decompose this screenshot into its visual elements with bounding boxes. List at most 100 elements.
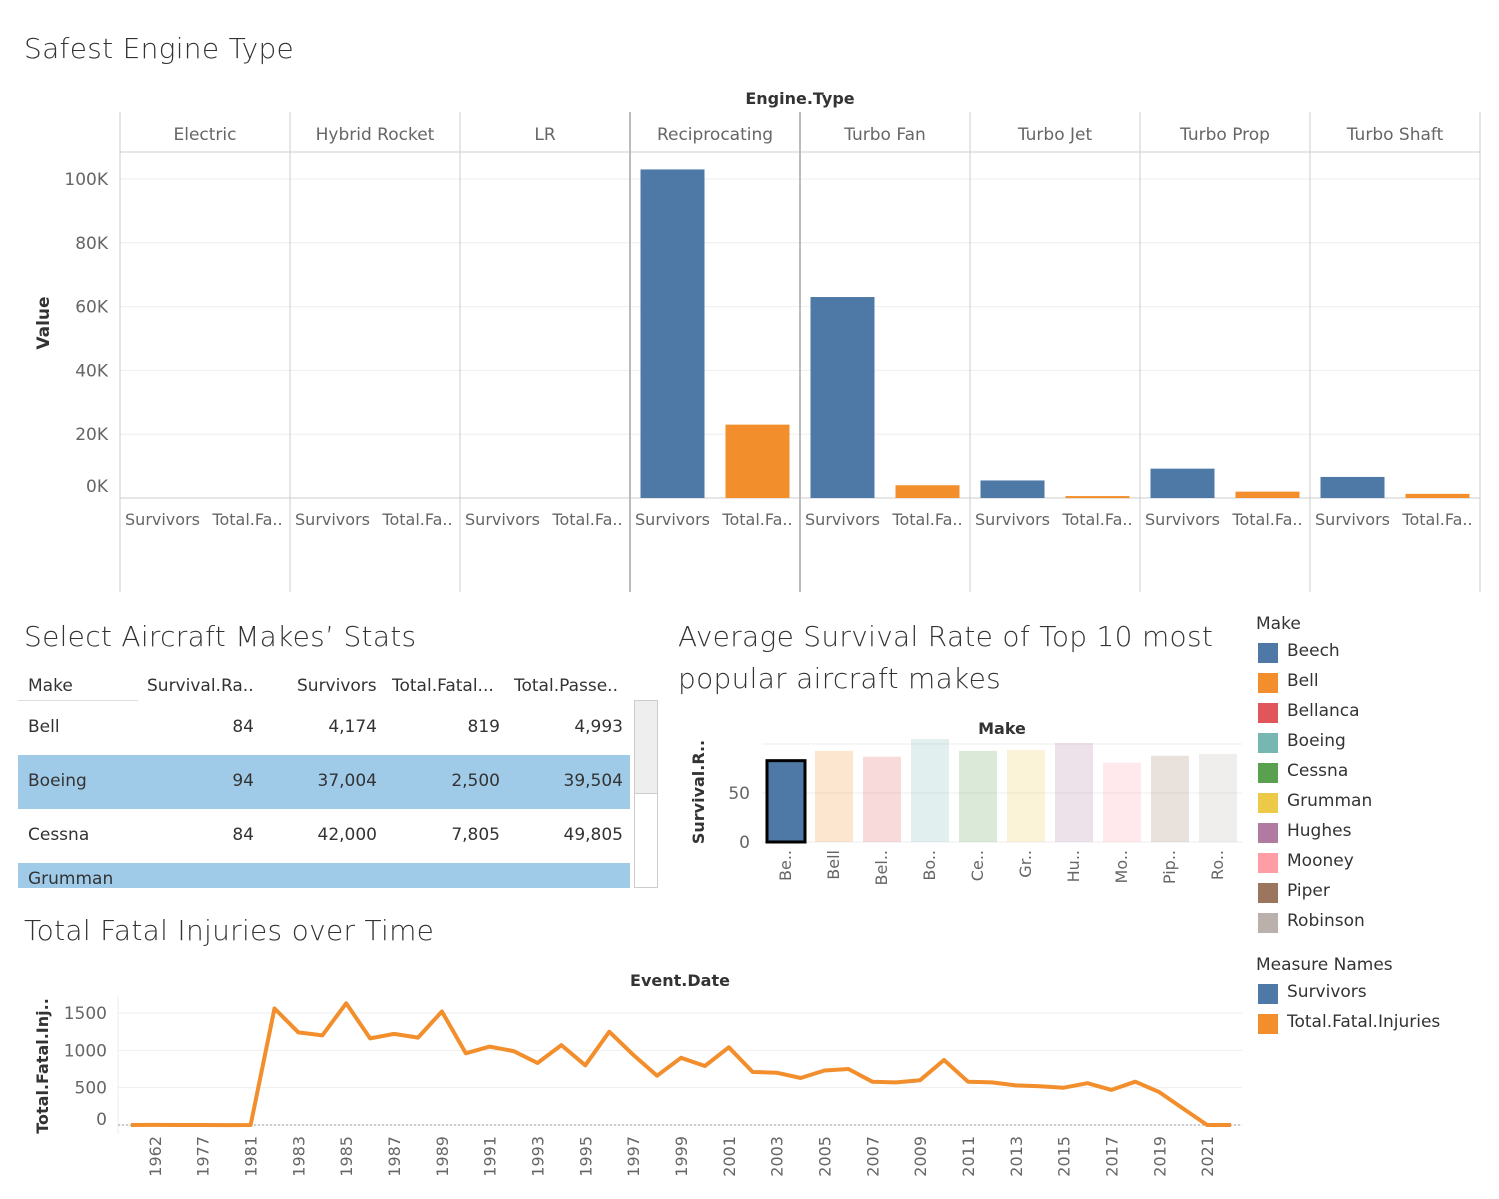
make-legend-item[interactable]: Hughes — [1256, 818, 1351, 848]
y-tick-label: 60K — [75, 298, 109, 318]
legend-swatch — [1258, 913, 1278, 933]
measure-names-legend: Measure Names Survivors Total.Fatal.Injur… — [1256, 955, 1440, 1039]
year-tick-label: 1983 — [289, 1136, 308, 1177]
legend-label: Cessna — [1287, 761, 1349, 781]
cell-total-fatal: 7,805 — [451, 825, 500, 845]
engine-category-label: Turbo Shaft — [1346, 125, 1444, 145]
table-row[interactable]: Cessna 84 42,000 7,805 49,805 — [18, 809, 630, 863]
table-scrollbar[interactable] — [634, 700, 658, 888]
table-row[interactable]: Bell 84 4,174 819 4,993 — [18, 701, 630, 755]
make-tick-label: Mo.. — [1112, 850, 1131, 883]
survival-rate-bar — [863, 756, 901, 842]
engine-measure-label: Survivors — [1145, 510, 1220, 529]
engine-category-label: Hybrid Rocket — [316, 125, 435, 145]
fatal-column-header: Event.Date — [630, 971, 730, 990]
fatal-injuries-line — [130, 1001, 1231, 1128]
make-legend-item[interactable]: Mooney — [1256, 848, 1354, 878]
engine-measure-label: Survivors — [295, 510, 370, 529]
col-header-make[interactable]: Make — [28, 676, 73, 696]
cell-total-passengers: 4,993 — [574, 717, 623, 737]
cell-total-passengers: 39,504 — [563, 771, 623, 791]
legend-label: Piper — [1287, 881, 1330, 901]
survivors-bar — [1320, 476, 1385, 498]
make-tick-label: Pip.. — [1160, 850, 1179, 884]
make-legend-item[interactable]: Piper — [1256, 878, 1330, 908]
legend-swatch — [1258, 763, 1278, 783]
y-tick-label: 80K — [75, 234, 109, 254]
year-tick-label: 1981 — [242, 1136, 261, 1177]
survivors-bar — [810, 297, 875, 498]
year-tick-label: 1999 — [672, 1136, 691, 1177]
survival-chart-title-line2: popular aircraft makes — [678, 662, 1001, 695]
legend-swatch — [1258, 703, 1278, 723]
engine-category-label: LR — [534, 125, 555, 145]
engine-measure-label: Survivors — [125, 510, 200, 529]
make-stats-table: Make Survival.Ra.. Survivors Total.Fatal… — [18, 672, 658, 888]
legend-swatch — [1258, 733, 1278, 753]
make-legend-item[interactable]: Cessna — [1256, 758, 1348, 788]
col-header-total-passengers[interactable]: Total.Passe.. — [514, 676, 618, 696]
y-tick-label: 0 — [739, 833, 750, 853]
legend-swatch — [1258, 823, 1278, 843]
engine-measure-label: Survivors — [805, 510, 880, 529]
make-tick-label: Be.. — [776, 850, 795, 881]
legend-label: Grumman — [1287, 791, 1373, 811]
measure-legend-item[interactable]: Total.Fatal.Injuries — [1256, 1009, 1440, 1039]
engine-measure-label: Total.Fa.. — [721, 510, 792, 529]
make-legend-item[interactable]: Bellanca — [1256, 698, 1360, 728]
make-legend-item[interactable]: Grumman — [1256, 788, 1372, 818]
engine-measure-label: Total.Fa.. — [1231, 510, 1302, 529]
year-tick-label: 1985 — [337, 1136, 356, 1177]
make-tick-label: Bell — [824, 850, 843, 880]
survival-rate-bar — [959, 750, 997, 842]
cell-survival-rate: 84 — [232, 825, 254, 845]
survival-rate-bar — [911, 739, 949, 842]
survival-rate-bar — [1103, 762, 1141, 842]
survival-rate-bar — [765, 759, 807, 844]
legend-label: Robinson — [1287, 911, 1365, 931]
engine-measure-label: Total.Fa.. — [1061, 510, 1132, 529]
make-legend-item[interactable]: Boeing — [1256, 728, 1346, 758]
table-row[interactable]: Boeing 94 37,004 2,500 39,504 — [18, 755, 630, 809]
cell-survivors: 4,174 — [328, 717, 377, 737]
table-row[interactable]: Grumman — [18, 863, 630, 888]
make-legend-item[interactable]: Beech — [1256, 638, 1340, 668]
fatal-injuries-bar — [1405, 493, 1470, 498]
survivors-bar — [1150, 468, 1215, 498]
legend-label: Mooney — [1287, 851, 1354, 871]
legend-label: Bell — [1287, 671, 1319, 691]
legend-swatch — [1258, 984, 1278, 1004]
legend-label: Total.Fatal.Injuries — [1287, 1012, 1441, 1032]
engine-category-label: Electric — [174, 125, 237, 145]
cell-make: Bell — [28, 717, 60, 737]
legend-label: Beech — [1287, 641, 1340, 661]
scrollbar-thumb[interactable] — [635, 701, 657, 794]
year-tick-label: 1987 — [385, 1136, 404, 1177]
fatal-injuries-line-chart: Event.Date Total.Fatal.Inj.. 0 500 1000 1500 1… — [33, 971, 1242, 1177]
survival-rate-bar — [815, 750, 853, 842]
col-header-total-fatal[interactable]: Total.Fatal... — [392, 676, 494, 696]
year-tick-label: 1991 — [481, 1136, 500, 1177]
survival-rate-bar — [1055, 743, 1093, 842]
col-header-survivors[interactable]: Survivors — [297, 676, 377, 696]
year-tick-label: 2009 — [911, 1136, 930, 1177]
make-tick-label: Hu.. — [1064, 850, 1083, 882]
make-legend: Make Beech Bell Bellanca Boeing Cessna Grumma… — [1256, 614, 1372, 938]
year-tick-label: 1993 — [529, 1136, 548, 1177]
y-tick-label: 1000 — [64, 1041, 107, 1061]
year-tick-label: 1962 — [146, 1136, 165, 1177]
year-tick-label: 2001 — [720, 1136, 739, 1177]
make-legend-item[interactable]: Robinson — [1256, 908, 1365, 938]
legend-swatch — [1258, 793, 1278, 813]
year-tick-label: 2013 — [1007, 1136, 1026, 1177]
legend-label: Boeing — [1287, 731, 1346, 751]
make-tick-label: Ce.. — [968, 850, 987, 881]
fatal-injuries-bar — [1065, 496, 1130, 499]
make-legend-item[interactable]: Bell — [1256, 668, 1319, 698]
measure-legend-item[interactable]: Survivors — [1256, 979, 1393, 1009]
legend-swatch — [1258, 853, 1278, 873]
engine-measure-label: Total.Fa.. — [891, 510, 962, 529]
legend-swatch — [1258, 1014, 1278, 1034]
col-header-survival-rate[interactable]: Survival.Ra.. — [147, 676, 254, 696]
survivors-bar — [980, 480, 1045, 498]
